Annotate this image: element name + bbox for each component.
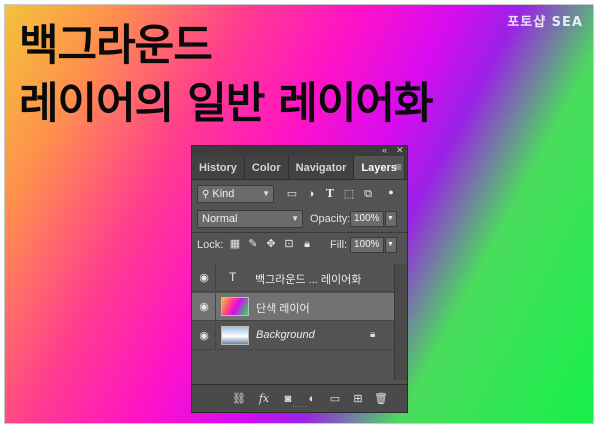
fx-icon[interactable]: fx xyxy=(257,392,271,406)
panel-tabs: History Color Navigator Layers ≡ xyxy=(192,156,407,180)
type-layer-icon: T xyxy=(229,270,237,284)
layer-name[interactable]: Background xyxy=(256,329,315,341)
group-folder-icon[interactable]: ▭ xyxy=(328,392,342,406)
chevron-down-icon: ▼ xyxy=(291,214,299,223)
pixel-filter-icon[interactable]: ▭ xyxy=(285,187,299,201)
lock-icon[interactable]: 🔒︎ xyxy=(370,330,380,340)
lock-row: Lock: ▦ ✎ ✥ ⊡ 🔒︎ Fill: 100% ▼ xyxy=(192,233,407,255)
close-icon[interactable]: ✕ xyxy=(396,145,404,156)
blend-mode-dropdown[interactable]: Normal ▼ xyxy=(197,210,303,228)
tab-color[interactable]: Color xyxy=(245,156,289,179)
eye-icon[interactable]: ◉ xyxy=(198,330,210,342)
layer-row-solid[interactable]: ◉ 단색 레이어 xyxy=(192,293,394,321)
link-layers-icon[interactable]: ⛓ xyxy=(232,392,246,406)
smart-object-filter-icon[interactable]: ⧉ xyxy=(361,187,375,201)
layers-panel: « ✕ History Color Navigator Layers ≡ ⚲ K… xyxy=(191,145,408,413)
filter-toggle-icon[interactable]: ● xyxy=(384,185,398,199)
lock-position-icon[interactable]: ✥ xyxy=(264,237,278,251)
trash-icon[interactable]: 🗑︎ xyxy=(374,392,388,406)
kind-label: Kind xyxy=(212,188,235,200)
hamburger-menu-icon[interactable]: ≡ xyxy=(395,160,402,174)
lock-pixels-icon[interactable]: ✎ xyxy=(246,237,260,251)
lock-artboard-icon[interactable]: ⊡ xyxy=(282,237,296,251)
layer-thumbnail xyxy=(221,297,249,316)
eye-icon[interactable]: ◉ xyxy=(198,272,210,284)
layer-row-background[interactable]: ◉ Background 🔒︎ xyxy=(192,322,394,350)
shape-filter-icon[interactable]: ⬚ xyxy=(342,187,356,201)
chevron-down-icon: ▼ xyxy=(262,189,270,198)
lock-label: Lock: xyxy=(197,239,224,251)
adjustment-filter-icon[interactable]: ◑ xyxy=(304,187,318,201)
lock-transparent-icon[interactable]: ▦ xyxy=(228,237,242,251)
headline-line-2: 레이어의 일반 레이어화 xyxy=(19,79,434,129)
headline-line-1: 백그라운드 xyxy=(19,21,213,71)
collapse-icon[interactable]: « xyxy=(382,145,387,155)
fill-dropdown-arrow[interactable]: ▼ xyxy=(385,237,397,253)
blend-row: Normal ▼ Opacity: 100% ▼ xyxy=(192,208,407,232)
eye-icon[interactable]: ◉ xyxy=(198,301,210,313)
filter-row: ⚲ Kind ▼ ▭ ◑ T ⬚ ⧉ ● xyxy=(192,180,407,208)
opacity-label: Opacity: xyxy=(310,213,351,225)
panel-title-strip[interactable]: « ✕ xyxy=(192,145,407,156)
panel-bottom-bar: ⛓ fx ◙ ◐ ▭ ⊞ 🗑︎ ⋯⋯ xyxy=(192,384,407,412)
layers-list: ◉ T 백그라운드 ... 레이어화 ◉ 단색 레이어 ◉ Background… xyxy=(192,264,407,380)
blend-mode-value: Normal xyxy=(202,213,238,225)
layer-row-text[interactable]: ◉ T 백그라운드 ... 레이어화 xyxy=(192,264,394,292)
opacity-dropdown-arrow[interactable]: ▼ xyxy=(385,211,397,227)
layer-thumbnail xyxy=(221,326,249,345)
watermark: 포토샵 SEA xyxy=(507,15,583,30)
fill-input[interactable]: 100% xyxy=(350,237,384,253)
type-filter-icon[interactable]: T xyxy=(323,187,337,201)
opacity-input[interactable]: 100% xyxy=(350,211,384,227)
kind-filter-dropdown[interactable]: ⚲ Kind ▼ xyxy=(197,185,274,203)
tab-navigator[interactable]: Navigator xyxy=(289,156,355,179)
fill-label: Fill: xyxy=(330,239,348,251)
search-icon: ⚲ xyxy=(202,189,210,200)
tab-history[interactable]: History xyxy=(192,156,245,179)
new-layer-icon[interactable]: ⊞ xyxy=(351,392,365,406)
layer-name[interactable]: 백그라운드 ... 레이어화 xyxy=(255,271,361,287)
layer-name[interactable]: 단색 레이어 xyxy=(256,300,310,316)
scrollbar[interactable] xyxy=(394,264,407,380)
resize-grip[interactable]: ⋯⋯ xyxy=(292,403,308,411)
lock-all-icon[interactable]: 🔒︎ xyxy=(300,237,314,251)
